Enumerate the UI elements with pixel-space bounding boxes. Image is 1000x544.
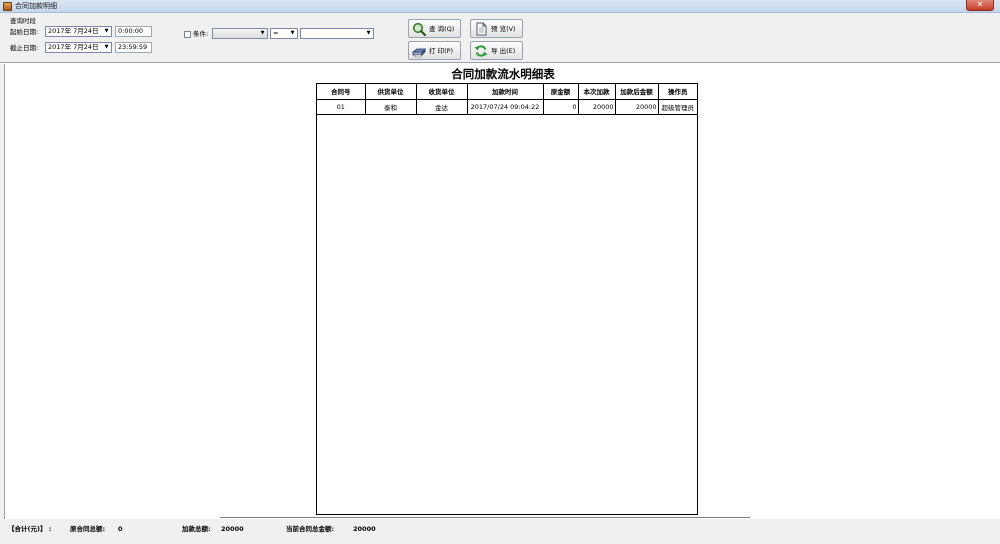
chevron-down-icon[interactable]: ▼ — [102, 43, 111, 52]
orig-total-value: 0 — [118, 525, 123, 533]
end-date-value: 2017年 7月24日 — [48, 43, 99, 51]
report-title: 合同加款流水明细表 — [451, 67, 555, 81]
query-panel: 查询时段 起始日期: 2017年 7月24日 ▼ 0:00:00 截止日期: 2… — [0, 13, 1000, 62]
column-header: 操作员 — [657, 84, 697, 100]
start-date-value: 2017年 7月24日 — [48, 27, 99, 35]
table-cell: 01 — [317, 98, 366, 115]
print-button-label: 打 印(P) — [429, 47, 454, 55]
query-period-label: 查询时段 — [10, 17, 36, 25]
document-icon — [476, 22, 487, 36]
chevron-down-icon[interactable]: ▼ — [258, 29, 267, 38]
report-viewer[interactable]: 合同加款流水明细表 合同号 供货单位 收货单位 加款时间 原金额 本次加款 加款… — [4, 64, 1000, 519]
column-header: 供货单位 — [364, 84, 417, 100]
window-title: 合同加款明细 — [15, 2, 57, 10]
table-cell: 金达 — [415, 98, 468, 115]
title-bar: 合同加款明细 ✕ — [0, 0, 1000, 13]
start-date-label: 起始日期: — [10, 28, 39, 36]
close-button[interactable]: ✕ — [966, 0, 994, 11]
chevron-down-icon[interactable]: ▼ — [364, 29, 373, 38]
column-header: 合同号 — [317, 84, 366, 100]
table-cell: 超级管理员 — [657, 98, 697, 115]
start-date-picker[interactable]: 2017年 7月24日 ▼ — [45, 26, 112, 37]
column-header: 加款后金额 — [614, 84, 659, 100]
total-label: 【合计(元)】 : — [8, 525, 52, 533]
app-icon — [3, 2, 12, 11]
horizontal-scrollbar[interactable] — [220, 517, 750, 518]
orig-total-label: 原合同总额: — [70, 525, 106, 533]
add-total-value: 20000 — [221, 525, 244, 533]
end-time-field[interactable]: 23:59:59 — [115, 42, 152, 53]
table-cell: 泰和 — [364, 98, 417, 115]
table-cell: 0 — [542, 98, 579, 115]
table-header-row: 合同号 供货单位 收货单位 加款时间 原金额 本次加款 加款后金额 操作员 — [317, 84, 697, 100]
summary-bar: 【合计(元)】 : 原合同总额: 0 加款总额: 20000 当前合同总金额: … — [0, 519, 1000, 544]
export-button-label: 导 出(E) — [491, 47, 516, 55]
condition-checkbox[interactable] — [184, 31, 191, 38]
preview-button-label: 预 览(V) — [491, 25, 516, 33]
add-total-label: 加款总额: — [182, 525, 211, 533]
chevron-down-icon[interactable]: ▼ — [288, 29, 297, 38]
export-button[interactable]: 导 出(E) — [470, 41, 523, 60]
condition-operator-select[interactable]: = ▼ — [270, 28, 298, 39]
print-button[interactable]: 打 印(P) — [408, 41, 461, 60]
column-header: 收货单位 — [415, 84, 468, 100]
table-cell: 2017/07/24 09:04:22 — [466, 98, 544, 115]
printer-icon — [412, 47, 426, 58]
table-row: 01 泰和 金达 2017/07/24 09:04:22 0 20000 200… — [317, 98, 697, 115]
table-cell: 20000 — [577, 98, 616, 115]
preview-button[interactable]: 预 览(V) — [470, 19, 523, 38]
end-date-picker[interactable]: 2017年 7月24日 ▼ — [45, 42, 112, 53]
report-table-frame: 合同号 供货单位 收货单位 加款时间 原金额 本次加款 加款后金额 操作员 01… — [316, 83, 698, 515]
condition-operator-value: = — [273, 29, 279, 37]
query-button-label: 查 询(Q) — [429, 25, 455, 33]
end-date-label: 截止日期: — [10, 44, 39, 52]
refresh-export-icon — [474, 45, 488, 57]
chevron-down-icon[interactable]: ▼ — [102, 27, 111, 36]
magnifier-icon — [412, 22, 426, 36]
condition-value-select[interactable]: ▼ — [300, 28, 374, 39]
condition-field-select[interactable]: ▼ — [212, 28, 268, 39]
current-total-value: 20000 — [353, 525, 376, 533]
column-header: 加款时间 — [466, 84, 544, 100]
window: 合同加款明细 ✕ 查询时段 起始日期: 2017年 7月24日 ▼ 0:00:0… — [0, 0, 1000, 544]
query-button[interactable]: 查 询(Q) — [408, 19, 461, 38]
start-time-field[interactable]: 0:00:00 — [115, 26, 152, 37]
column-header: 本次加款 — [577, 84, 616, 100]
table-cell: 20000 — [614, 98, 659, 115]
current-total-label: 当前合同总金额: — [286, 525, 335, 533]
column-header: 原金额 — [542, 84, 579, 100]
condition-label: 条件: — [193, 30, 209, 38]
report-table: 合同号 供货单位 收货单位 加款时间 原金额 本次加款 加款后金额 操作员 01… — [317, 84, 697, 115]
